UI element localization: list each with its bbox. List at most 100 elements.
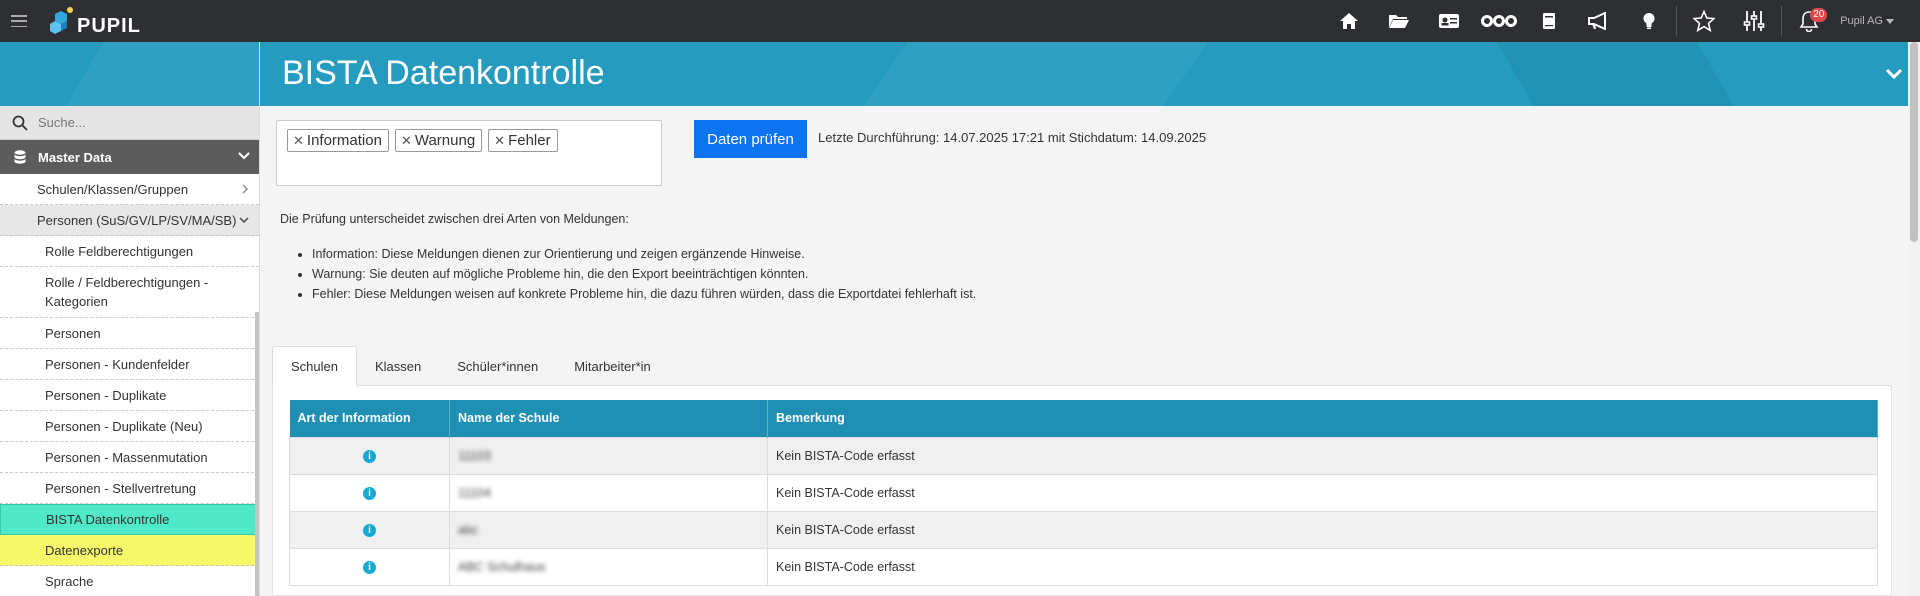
tab-klassen[interactable]: Klassen [357,346,439,386]
table-row[interactable]: i 11104 Kein BISTA-Code erfasst [289,473,1878,512]
search-input[interactable] [38,115,248,130]
school-name: abc [458,522,479,537]
column-header[interactable]: Name der Schule [449,400,768,437]
sidebar-item-duplikate[interactable]: Personen - Duplikate [0,380,259,411]
column-header[interactable]: Bemerkung [767,400,1878,437]
pupil-logo[interactable]: PUPIL [48,3,141,39]
info-icon: i [363,561,376,574]
page-title: BISTA Datenkontrolle [282,54,605,92]
tab-schueler[interactable]: Schüler*innen [439,346,556,386]
sidebar-item-stellvertretung[interactable]: Personen - Stellvertretung [0,473,259,504]
sidebar-scrollbar[interactable] [255,312,259,596]
chevron-right-icon [242,184,248,194]
table-row[interactable]: i abc Kein BISTA-Code erfasst [289,510,1878,549]
sidebar-item-label: Schulen/Klassen/Gruppen [37,181,189,197]
sidebar-item-label: Personen - Duplikate (Neu) [45,418,203,434]
sidebar-item-massenmutation[interactable]: Personen - Massenmutation [0,442,259,473]
sliders-icon[interactable] [1729,0,1779,42]
sidebar-item-label: Sprache [45,573,94,589]
sidebar-item-kundenfelder[interactable]: Personen - Kundenfelder [0,349,259,380]
column-header[interactable]: Art der Information [289,400,450,437]
section-master-data[interactable]: Master Data [0,140,259,174]
folder-icon[interactable] [1374,0,1424,42]
table-header-row: Art der Information Name der Schule Beme… [289,400,1878,437]
remove-icon[interactable]: ✕ [494,133,505,149]
remark-cell: Kein BISTA-Code erfasst [767,436,1878,475]
sidebar-item-label: Datenexporte [45,542,124,558]
list-item: Information: Diese Meldungen dienen zur … [312,246,976,262]
tab-bar: Schulen Klassen Schüler*innen Mitarbeite… [272,346,1892,386]
nodes-icon[interactable] [1474,0,1524,42]
school-name: ABC Schulhaus [458,559,546,574]
caret-down-icon [1886,18,1894,24]
sidebar-item-duplikate-neu[interactable]: Personen - Duplikate (Neu) [0,411,259,442]
megaphone-icon[interactable] [1574,0,1624,42]
sidebar-item-datenexporte[interactable]: Datenexporte [0,535,259,566]
lightbulb-icon[interactable] [1624,0,1674,42]
filter-tag-label: Fehler [508,132,551,149]
table-row[interactable]: i 11103 Kein BISTA-Code erfasst [289,436,1878,475]
logo-text: PUPIL [77,14,141,37]
remark-cell: Kein BISTA-Code erfasst [767,473,1878,512]
sidebar-item-personen-group[interactable]: Personen (SuS/GV/LP/SV/MA/SB) [0,205,259,236]
remark-cell: Kein BISTA-Code erfasst [767,510,1878,549]
list-item: Warnung: Sie deuten auf mögliche Problem… [312,266,976,282]
logo-cubes-icon [50,7,73,34]
filter-tag-information[interactable]: ✕ Information [287,129,389,152]
info-icon: i [363,487,376,500]
user-menu[interactable]: Pupil AG [1834,15,1920,27]
message-types-list: Information: Diese Meldungen dienen zur … [312,246,976,306]
table-row[interactable]: i ABC Schulhaus Kein BISTA-Code erfasst [289,547,1878,586]
scrollbar-thumb[interactable] [1910,42,1918,242]
page-scrollbar[interactable] [1908,42,1920,596]
chevron-down-icon [239,217,249,224]
sidebar-item-label: Rolle / Feldberechtigungen - Kategorien [45,275,209,309]
sidebar-item-label: Personen - Duplikate [45,387,167,403]
check-data-button[interactable]: Daten prüfen [694,120,807,158]
tab-panel: Art der Information Name der Schule Beme… [272,386,1892,596]
sidebar-item-label: Personen - Stellvertretung [45,480,197,496]
results-table: Art der Information Name der Schule Beme… [289,400,1878,586]
list-item: Fehler: Diese Meldungen weisen auf konkr… [312,286,976,302]
last-run-text: Letzte Durchführung: 14.07.2025 17:21 mi… [818,130,1207,145]
school-name: 11104 [458,485,491,500]
top-bar: PUPIL 20 Pupil AG [0,0,1920,42]
id-card-icon[interactable] [1424,0,1474,42]
star-icon[interactable] [1679,0,1729,42]
sidebar-item-personen[interactable]: Personen [0,318,259,349]
remove-icon[interactable]: ✕ [401,133,412,149]
book-icon[interactable] [1524,0,1574,42]
filter-tag-fehler[interactable]: ✕ Fehler [488,129,558,152]
remove-icon[interactable]: ✕ [293,133,304,149]
intro-text: Die Prüfung unterscheidet zwischen drei … [280,212,629,226]
user-name: Pupil AG [1840,15,1883,27]
tab-mitarbeiter[interactable]: Mitarbeiter*in [556,346,669,386]
sidebar-item-schulen[interactable]: Schulen/Klassen/Gruppen [0,174,259,205]
page-header: BISTA Datenkontrolle [260,42,1910,106]
sidebar-item-sprache[interactable]: Sprache [0,566,259,596]
info-icon: i [363,450,376,463]
sidebar-item-rolle-kategorien[interactable]: Rolle / Feldberechtigungen - Kategorien [0,267,259,318]
menu-toggle-icon[interactable] [10,12,28,30]
sidebar-search [0,106,259,140]
sidebar-item-label: Personen [45,325,101,341]
type-cell: i [289,473,450,512]
sidebar-item-label: Personen (SuS/GV/LP/SV/MA/SB) [37,212,237,228]
sidebar-item-label: BISTA Datenkontrolle [46,512,170,527]
sidebar-item-bista[interactable]: BISTA Datenkontrolle [0,504,259,535]
home-icon[interactable] [1324,0,1374,42]
bell-icon[interactable]: 20 [1784,0,1834,42]
sidebar-item-rolle-feldberechtigungen[interactable]: Rolle Feldberechtigungen [0,236,259,267]
type-cell: i [289,547,450,586]
filter-tag-warnung[interactable]: ✕ Warnung [394,129,483,152]
sidebar-item-label: Personen - Massenmutation [45,449,208,465]
tab-schulen[interactable]: Schulen [272,346,357,386]
chevron-down-icon[interactable] [1884,66,1904,80]
filter-select[interactable]: ✕ Information ✕ Warnung ✕ Fehler [276,120,662,186]
school-name-cell: abc [449,510,768,549]
school-name-cell: ABC Schulhaus [449,547,768,586]
info-icon: i [363,524,376,537]
notification-badge: 20 [1810,8,1828,22]
sidebar-item-label: Rolle Feldberechtigungen [45,243,194,259]
school-name-cell: 11104 [449,473,768,512]
